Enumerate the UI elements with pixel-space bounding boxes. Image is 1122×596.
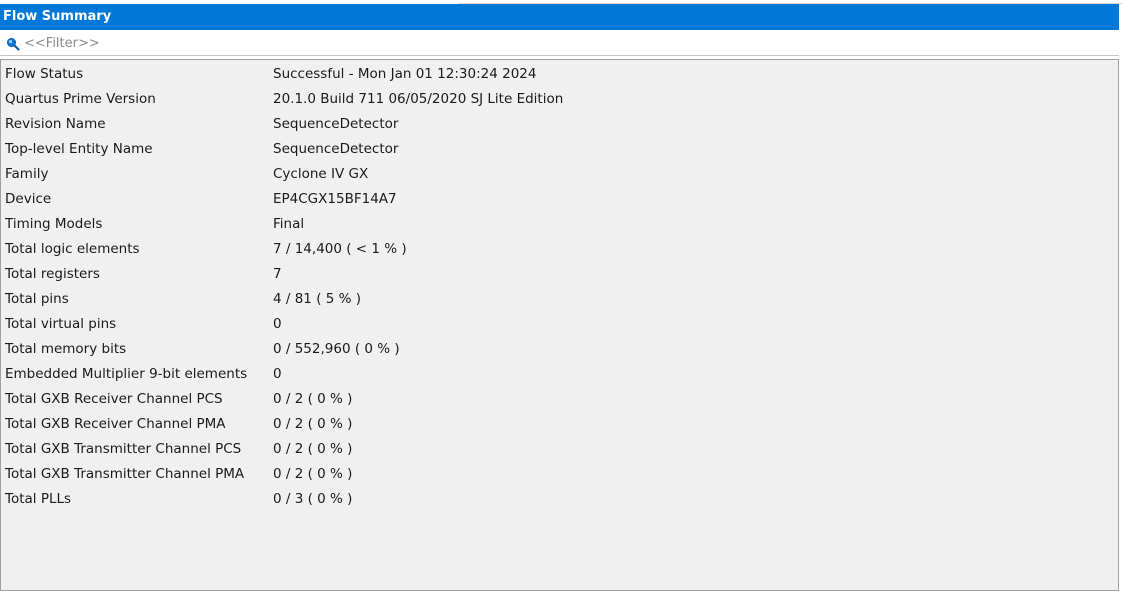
row-value: 0 / 3 ( 0 % ) [273, 491, 353, 507]
table-row[interactable]: Total logic elements 7 / 14,400 ( < 1 % ) [1, 237, 1118, 262]
row-value: 20.1.0 Build 711 06/05/2020 SJ Lite Edit… [273, 91, 564, 107]
row-label: Total GXB Transmitter Channel PMA [5, 466, 245, 482]
row-label: Device [5, 191, 52, 207]
row-value: 0 / 2 ( 0 % ) [273, 466, 353, 482]
row-value: Successful - Mon Jan 01 12:30:24 2024 [273, 66, 537, 82]
row-label: Total PLLs [5, 491, 72, 507]
row-label: Quartus Prime Version [5, 91, 156, 107]
table-row[interactable]: Total memory bits 0 / 552,960 ( 0 % ) [1, 337, 1118, 362]
search-icon[interactable] [6, 36, 20, 51]
row-value: 0 [273, 366, 282, 382]
row-label: Total registers [5, 266, 100, 282]
table-row[interactable]: Revision Name SequenceDetector [1, 112, 1118, 137]
table-row[interactable]: Total GXB Receiver Channel PCS 0 / 2 ( 0 … [1, 387, 1118, 412]
row-label: Total logic elements [5, 241, 140, 257]
row-value: 0 / 2 ( 0 % ) [273, 391, 353, 407]
row-label: Total GXB Receiver Channel PMA [5, 416, 226, 432]
filter-input[interactable] [24, 33, 624, 53]
row-value: Cyclone IV GX [273, 166, 369, 182]
row-label: Revision Name [5, 116, 106, 132]
row-label: Total GXB Transmitter Channel PCS [5, 441, 242, 457]
row-value: 7 [273, 266, 282, 282]
row-label: Total memory bits [5, 341, 127, 357]
row-label: Total GXB Receiver Channel PCS [5, 391, 223, 407]
row-label: Top-level Entity Name [5, 141, 153, 157]
table-row[interactable]: Total registers 7 [1, 262, 1118, 287]
row-label: Family [5, 166, 49, 182]
table-row[interactable]: Top-level Entity Name SequenceDetector [1, 137, 1118, 162]
row-value: SequenceDetector [273, 116, 399, 132]
row-value: 4 / 81 ( 5 % ) [273, 291, 362, 307]
row-label: Total pins [5, 291, 69, 307]
table-row[interactable]: Quartus Prime Version 20.1.0 Build 711 06… [1, 87, 1118, 112]
table-row[interactable]: Timing Models Final [1, 212, 1118, 237]
row-value: EP4CGX15BF14A7 [273, 191, 397, 207]
row-value: SequenceDetector [273, 141, 399, 157]
row-label: Flow Status [5, 66, 84, 82]
row-value: 7 / 14,400 ( < 1 % ) [273, 241, 407, 257]
table-row[interactable]: Device EP4CGX15BF14A7 [1, 187, 1118, 212]
table-row[interactable]: Total GXB Transmitter Channel PMA 0 / 2 (… [1, 462, 1118, 487]
row-value: Final [273, 216, 305, 232]
row-label: Total virtual pins [5, 316, 117, 332]
table-row[interactable]: Embedded Multiplier 9-bit elements 0 [1, 362, 1118, 387]
table-row[interactable]: Family Cyclone IV GX [1, 162, 1118, 187]
table-row[interactable]: Total pins 4 / 81 ( 5 % ) [1, 287, 1118, 312]
flow-summary-window: Flow Summary Flow Status Successful - Mon… [0, 0, 1122, 596]
row-value: 0 / 2 ( 0 % ) [273, 416, 353, 432]
row-label: Timing Models [5, 216, 103, 232]
row-value: 0 [273, 316, 282, 332]
filter-bar [0, 31, 1119, 56]
table-row[interactable]: Total PLLs 0 / 3 ( 0 % ) [1, 487, 1118, 512]
table-row[interactable]: Flow Status Successful - Mon Jan 01 12:30… [1, 62, 1118, 87]
flow-summary-table: Flow Status Successful - Mon Jan 01 12:30… [0, 59, 1119, 591]
panel-title: Flow Summary [0, 4, 1119, 30]
row-value: 0 / 552,960 ( 0 % ) [273, 341, 400, 357]
table-row[interactable]: Total GXB Receiver Channel PMA 0 / 2 ( 0 … [1, 412, 1118, 437]
row-label: Embedded Multiplier 9-bit elements [5, 366, 248, 382]
row-value: 0 / 2 ( 0 % ) [273, 441, 353, 457]
table-row[interactable]: Total virtual pins 0 [1, 312, 1118, 337]
table-row[interactable]: Total GXB Transmitter Channel PCS 0 / 2 (… [1, 437, 1118, 462]
